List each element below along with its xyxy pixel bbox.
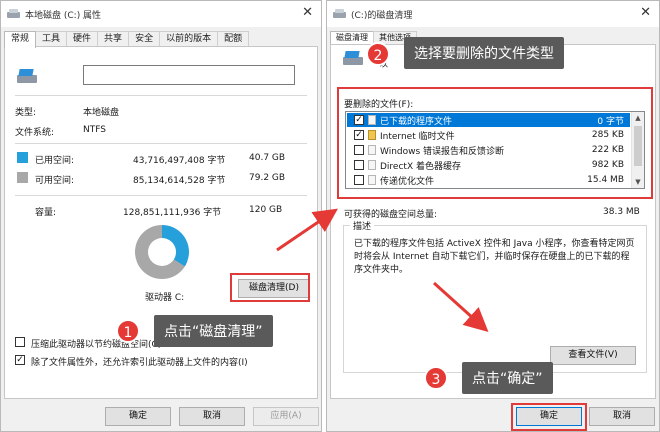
step1-text: 点击“磁盘清理”	[164, 324, 263, 340]
arrow-to-ok-area	[432, 281, 489, 333]
tab-general[interactable]: 常规	[4, 31, 37, 48]
step2-callout: 选择要删除的文件类型	[404, 37, 564, 69]
step3-text: 点击“确定”	[472, 371, 543, 387]
step3-callout: 点击“确定”	[462, 362, 553, 394]
arrow-to-cleanup-dialog	[276, 208, 338, 252]
step1-badge: 1	[116, 319, 140, 343]
step3-badge: 3	[424, 366, 448, 390]
step2-text: 选择要删除的文件类型	[414, 46, 554, 62]
step1-callout: 点击“磁盘清理”	[154, 315, 273, 347]
step2-badge: 2	[366, 42, 390, 66]
